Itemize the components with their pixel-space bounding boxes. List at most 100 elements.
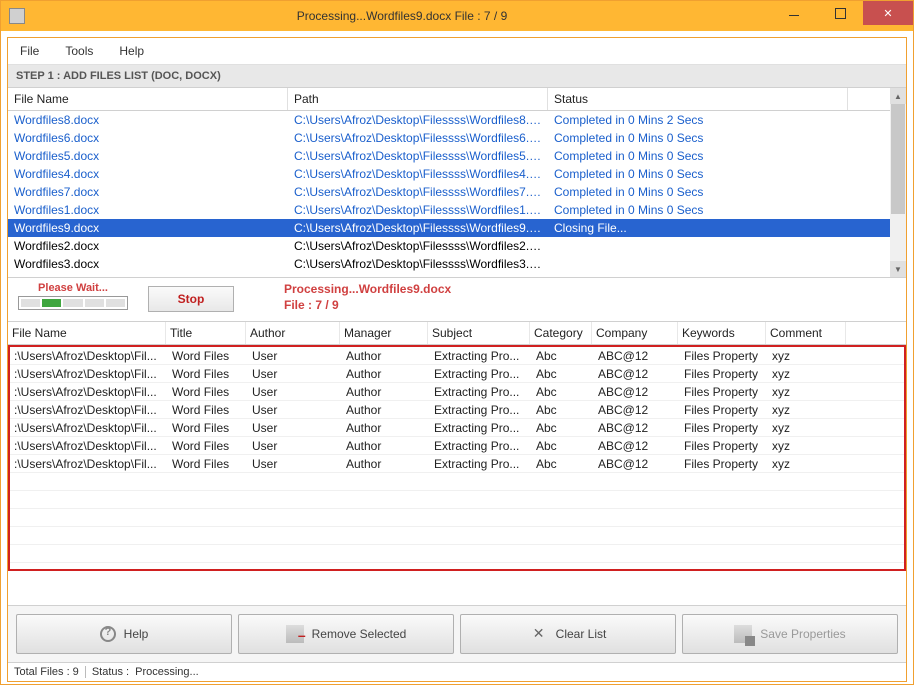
cell-status: Completed in 0 Mins 0 Secs — [548, 147, 848, 165]
table-row[interactable]: :\Users\Afroz\Desktop\Fil...Word FilesUs… — [10, 455, 904, 473]
cell-au: User — [248, 401, 342, 418]
cell-kw: Files Property — [680, 347, 768, 364]
cell-status: Completed in 0 Mins 0 Secs — [548, 201, 848, 219]
col2-comment[interactable]: Comment — [766, 322, 846, 344]
menu-tools[interactable]: Tools — [61, 42, 97, 60]
table-row[interactable]: Wordfiles3.docxC:\Users\Afroz\Desktop\Fi… — [8, 255, 890, 273]
cell-fn: Wordfiles2.docx — [8, 237, 288, 255]
cell-fn: :\Users\Afroz\Desktop\Fil... — [10, 419, 168, 436]
help-button[interactable]: Help — [16, 614, 232, 654]
cell-ca: Abc — [532, 401, 594, 418]
cell-fn: Wordfiles9.docx — [8, 219, 288, 237]
cell-ca: Abc — [532, 365, 594, 382]
cell-cm: xyz — [768, 347, 848, 364]
cell-su: Extracting Pro... — [430, 401, 532, 418]
save-label: Save Properties — [760, 627, 845, 641]
clear-icon — [530, 625, 548, 643]
table-row[interactable]: Wordfiles2.docxC:\Users\Afroz\Desktop\Fi… — [8, 237, 890, 255]
table-row[interactable]: Wordfiles4.docxC:\Users\Afroz\Desktop\Fi… — [8, 165, 890, 183]
cell-kw: Files Property — [680, 437, 768, 454]
col-path[interactable]: Path — [288, 88, 548, 110]
cell-fn: Wordfiles4.docx — [8, 165, 288, 183]
processing-line1: Processing...Wordfiles9.docx — [284, 282, 451, 298]
processing-status: Processing...Wordfiles9.docx File : 7 / … — [284, 282, 451, 313]
col2-filename[interactable]: File Name — [8, 322, 166, 344]
cell-status: Completed in 0 Mins 0 Secs — [548, 165, 848, 183]
table-row[interactable]: Wordfiles6.docxC:\Users\Afroz\Desktop\Fi… — [8, 129, 890, 147]
remove-selected-button[interactable]: Remove Selected — [238, 614, 454, 654]
processing-line2: File : 7 / 9 — [284, 298, 451, 314]
table-row[interactable]: :\Users\Afroz\Desktop\Fil...Word FilesUs… — [10, 419, 904, 437]
status-total: Total Files : 9 — [14, 666, 79, 678]
table-row[interactable]: Wordfiles5.docxC:\Users\Afroz\Desktop\Fi… — [8, 147, 890, 165]
cell-mg: Author — [342, 419, 430, 436]
scroll-up-icon[interactable]: ▲ — [890, 88, 906, 104]
cell-ca: Abc — [532, 437, 594, 454]
close-button[interactable] — [863, 1, 913, 25]
cell-su: Extracting Pro... — [430, 365, 532, 382]
col2-company[interactable]: Company — [592, 322, 678, 344]
cell-ca: Abc — [532, 383, 594, 400]
clear-list-button[interactable]: Clear List — [460, 614, 676, 654]
help-icon — [100, 626, 116, 642]
remove-label: Remove Selected — [312, 627, 407, 641]
button-bar: Help Remove Selected Clear List Save Pro… — [8, 605, 906, 662]
table-row[interactable]: Wordfiles9.docxC:\Users\Afroz\Desktop\Fi… — [8, 219, 890, 237]
table-row-empty — [10, 491, 904, 509]
cell-status: Completed in 0 Mins 0 Secs — [548, 129, 848, 147]
table-row[interactable]: :\Users\Afroz\Desktop\Fil...Word FilesUs… — [10, 365, 904, 383]
cell-su: Extracting Pro... — [430, 383, 532, 400]
minimize-button[interactable] — [771, 1, 817, 25]
stop-button[interactable]: Stop — [148, 286, 234, 312]
save-properties-button[interactable]: Save Properties — [682, 614, 898, 654]
cell-kw: Files Property — [680, 401, 768, 418]
cell-fn: Wordfiles8.docx — [8, 111, 288, 129]
cell-mg: Author — [342, 455, 430, 472]
scroll-down-icon[interactable]: ▼ — [890, 261, 906, 277]
table-row[interactable]: :\Users\Afroz\Desktop\Fil...Word FilesUs… — [10, 347, 904, 365]
table-row[interactable]: Wordfiles7.docxC:\Users\Afroz\Desktop\Fi… — [8, 183, 890, 201]
step-header: STEP 1 : ADD FILES LIST (DOC, DOCX) — [8, 65, 906, 88]
maximize-button[interactable] — [817, 1, 863, 25]
col2-keywords[interactable]: Keywords — [678, 322, 766, 344]
col-status[interactable]: Status — [548, 88, 848, 110]
cell-au: User — [248, 437, 342, 454]
scroll-thumb[interactable] — [891, 104, 905, 214]
files-scrollbar[interactable]: ▲ ▼ — [890, 88, 906, 277]
cell-status: Closing File... — [548, 219, 848, 237]
properties-grid-body[interactable]: :\Users\Afroz\Desktop\Fil...Word FilesUs… — [8, 345, 906, 571]
app-icon — [9, 8, 25, 24]
col2-title[interactable]: Title — [166, 322, 246, 344]
cell-co: ABC@12 — [594, 347, 680, 364]
col2-category[interactable]: Category — [530, 322, 592, 344]
col2-author[interactable]: Author — [246, 322, 340, 344]
cell-kw: Files Property — [680, 419, 768, 436]
clear-label: Clear List — [556, 627, 607, 641]
cell-fn: :\Users\Afroz\Desktop\Fil... — [10, 437, 168, 454]
progress-bar — [18, 296, 128, 310]
table-row[interactable]: :\Users\Afroz\Desktop\Fil...Word FilesUs… — [10, 401, 904, 419]
cell-fn: :\Users\Afroz\Desktop\Fil... — [10, 347, 168, 364]
col-filename[interactable]: File Name — [8, 88, 288, 110]
menu-file[interactable]: File — [16, 42, 43, 60]
cell-path: C:\Users\Afroz\Desktop\Filessss\Wordfile… — [288, 201, 548, 219]
menu-help[interactable]: Help — [115, 42, 148, 60]
cell-path: C:\Users\Afroz\Desktop\Filessss\Wordfile… — [288, 165, 548, 183]
files-grid-body[interactable]: Wordfiles8.docxC:\Users\Afroz\Desktop\Fi… — [8, 111, 890, 273]
table-row[interactable]: Wordfiles1.docxC:\Users\Afroz\Desktop\Fi… — [8, 201, 890, 219]
cell-ca: Abc — [532, 419, 594, 436]
col2-manager[interactable]: Manager — [340, 322, 428, 344]
col2-subject[interactable]: Subject — [428, 322, 530, 344]
menu-bar: File Tools Help — [8, 38, 906, 65]
cell-path: C:\Users\Afroz\Desktop\Filessss\Wordfile… — [288, 183, 548, 201]
table-row[interactable]: Wordfiles8.docxC:\Users\Afroz\Desktop\Fi… — [8, 111, 890, 129]
files-grid: File Name Path Status Wordfiles8.docxC:\… — [8, 88, 906, 278]
cell-ti: Word Files — [168, 383, 248, 400]
table-row-empty — [10, 473, 904, 491]
cell-path: C:\Users\Afroz\Desktop\Filessss\Wordfile… — [288, 129, 548, 147]
table-row[interactable]: :\Users\Afroz\Desktop\Fil...Word FilesUs… — [10, 437, 904, 455]
cell-ti: Word Files — [168, 455, 248, 472]
cell-cm: xyz — [768, 401, 848, 418]
table-row[interactable]: :\Users\Afroz\Desktop\Fil...Word FilesUs… — [10, 383, 904, 401]
cell-kw: Files Property — [680, 455, 768, 472]
